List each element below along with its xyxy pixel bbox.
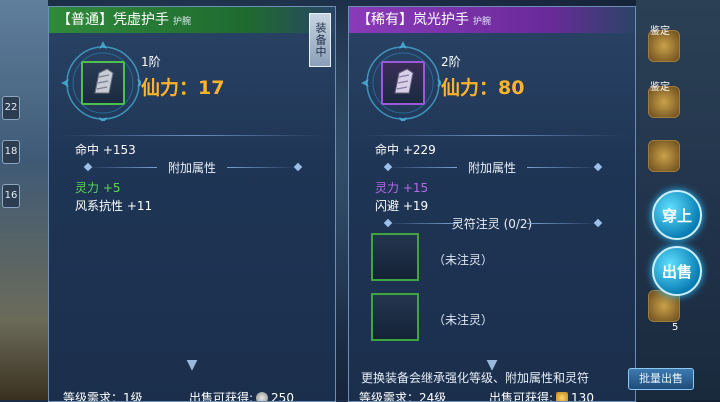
- item-icon-frame[interactable]: [81, 61, 125, 105]
- extra-attr: 灵力 +15: [375, 181, 429, 195]
- left-slot: 16: [2, 184, 20, 208]
- level-requirement: 等级需求：24级: [359, 391, 447, 402]
- rune-slot-label: （未注灵）: [433, 253, 494, 267]
- extra-attr: 灵力 +5: [75, 181, 121, 195]
- extra-attr: 闪避 +19: [375, 199, 429, 213]
- section-line: [227, 167, 297, 168]
- divider: [361, 135, 623, 136]
- sell-button[interactable]: 出售: [652, 246, 702, 296]
- item-icon-frame[interactable]: [381, 61, 425, 105]
- item-subtype: 护腕: [173, 17, 192, 27]
- sell-label: 出售可获得:: [489, 391, 554, 402]
- equipped-tag: 装备中: [309, 13, 331, 67]
- gauntlet-icon: [394, 68, 414, 94]
- bulk-sell-button[interactable]: 批量出售: [628, 368, 694, 390]
- equipped-item-panel: 【普通】凭虚护手 护腕 装备中 1阶 仙力：17 命中 +153 附加属性 灵力 …: [48, 6, 336, 402]
- item-title: 【稀有】岚光护手: [357, 12, 469, 28]
- inherit-hint: 更换装备会继承强化等级、附加属性和灵符: [361, 371, 590, 385]
- left-slot: 18: [2, 140, 20, 164]
- silver-coin-icon: [256, 392, 269, 401]
- item-title-bar: 【普通】凭虚护手 护腕: [49, 7, 335, 33]
- appraise-label: 鉴定: [650, 82, 670, 93]
- background-left-strip: 22 18 16: [0, 0, 48, 400]
- left-slot: 22: [2, 96, 20, 120]
- compare-item-panel: 【稀有】岚光护手 护腕 2阶 仙力：80 命中 +229 附加属性 灵力 +15 …: [348, 6, 636, 402]
- gold-coin-icon: [556, 392, 569, 401]
- item-power: 仙力：80: [441, 77, 525, 99]
- main-stat: 命中 +153: [75, 143, 136, 157]
- section-line: [527, 223, 597, 224]
- sell-value-row: 出售可获得: 250: [189, 389, 294, 402]
- chevron-down-icon[interactable]: ▼: [480, 358, 504, 372]
- item-emblem: [357, 37, 445, 125]
- item-emblem: [57, 37, 145, 125]
- extra-attr: 风系抗性 +11: [75, 199, 153, 213]
- item-count: 5: [672, 322, 679, 333]
- section-line: [527, 167, 597, 168]
- item-subtype: 护腕: [473, 17, 492, 27]
- rune-slot-label: （未注灵）: [433, 313, 494, 327]
- item-level: 1阶: [141, 55, 161, 69]
- appraise-label: 鉴定: [650, 26, 670, 37]
- inventory-item[interactable]: [648, 140, 680, 172]
- sell-value: 250: [271, 391, 294, 402]
- gauntlet-icon: [94, 68, 114, 94]
- chevron-down-icon[interactable]: ▼: [180, 358, 204, 372]
- item-level: 2阶: [441, 55, 461, 69]
- item-power: 仙力：17: [141, 77, 225, 99]
- sell-value: 130: [571, 391, 594, 402]
- main-stat: 命中 +229: [375, 143, 436, 157]
- item-title: 【普通】凭虚护手: [57, 12, 169, 28]
- rune-slot[interactable]: [371, 293, 419, 341]
- sell-value-row: 出售可获得: 130: [489, 389, 594, 402]
- sell-label: 出售可获得:: [189, 391, 254, 402]
- rune-slot[interactable]: [371, 233, 419, 281]
- equip-button[interactable]: 穿上: [652, 190, 702, 240]
- divider: [61, 135, 323, 136]
- item-title-bar: 【稀有】岚光护手 护腕: [349, 7, 635, 33]
- level-requirement: 等级需求：1级: [63, 391, 143, 402]
